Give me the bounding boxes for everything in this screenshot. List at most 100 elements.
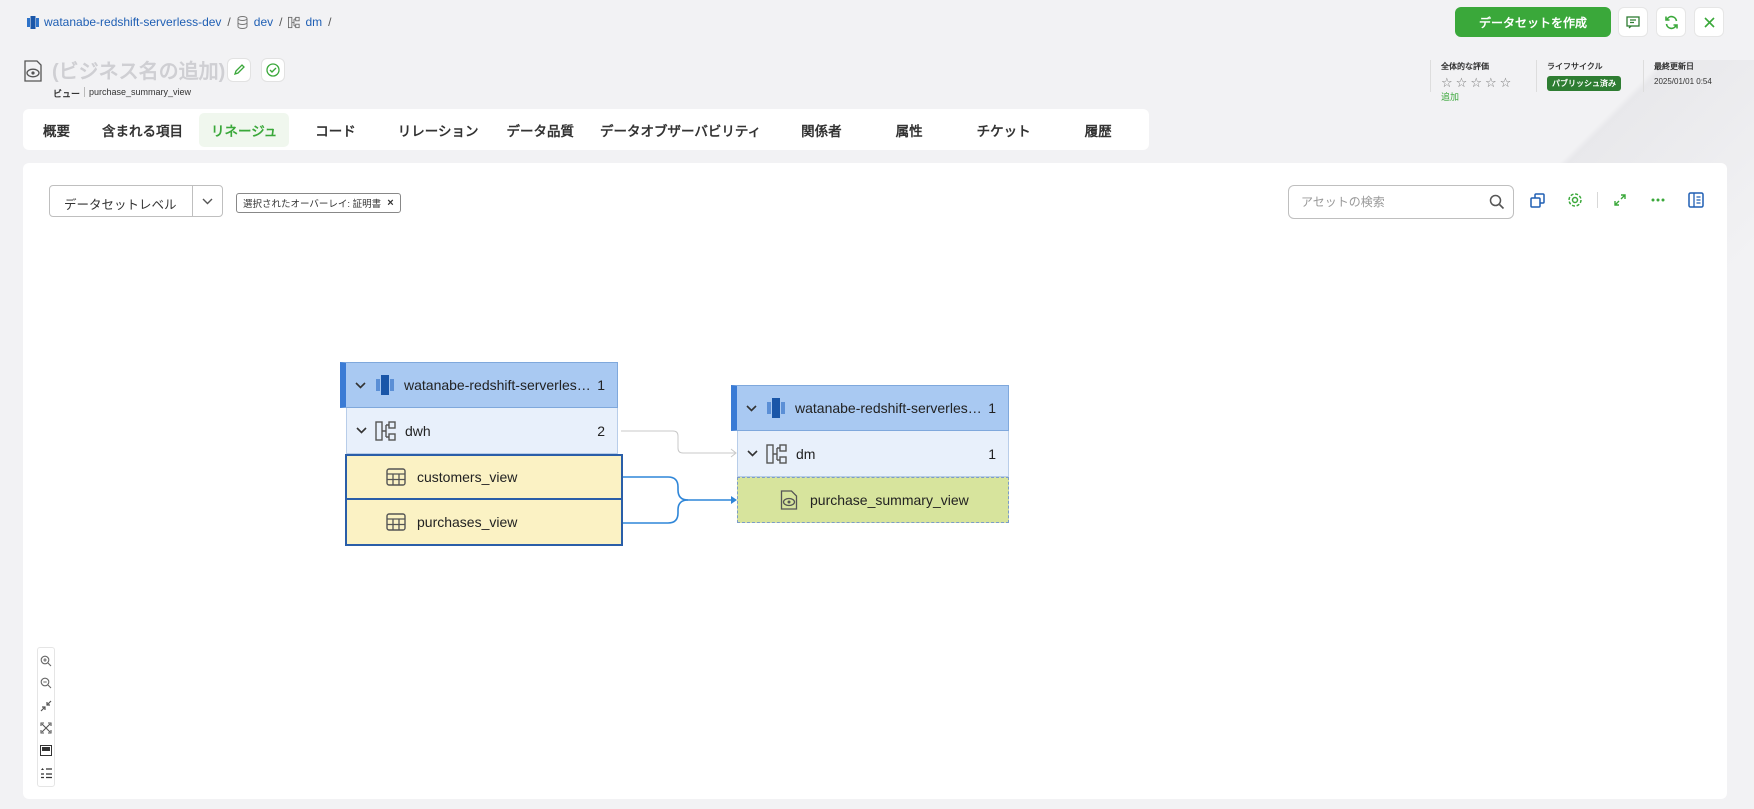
fit-screen-icon[interactable] [39, 721, 53, 735]
comment-icon [1626, 15, 1640, 28]
database-icon [237, 15, 249, 29]
lineage-edge [621, 476, 735, 501]
meta-divider [1643, 60, 1644, 92]
tab-history[interactable]: 履歴 [1073, 113, 1124, 147]
tab-attributes[interactable]: 属性 [884, 113, 935, 147]
asset-physical-name: purchase_summary_view [89, 87, 192, 97]
view-name: purchase_summary_view [810, 492, 969, 508]
chevron-down-icon[interactable] [737, 404, 765, 412]
lineage-node-target: watanabe-redshift-serverless-dev 1 dm 1 … [731, 385, 1009, 523]
breadcrumb-label: dev [253, 15, 274, 29]
tab-tickets[interactable]: チケット [965, 113, 1043, 147]
star-icon[interactable]: ☆ [1470, 76, 1482, 89]
node-schema-name: dm [796, 445, 816, 462]
lineage-edge [621, 499, 689, 524]
table-name: purchases_view [417, 514, 518, 530]
lineage-panel: データセットレベル 選択されたオーバーレイ: 証明書 × アセットの検索 wat… [23, 163, 1727, 799]
asset-subtitle: ビュー purchase_summary_view [53, 87, 191, 100]
refresh-icon [1664, 15, 1678, 29]
tab-stakeholders[interactable]: 関係者 [789, 113, 854, 147]
schema-icon [288, 16, 301, 29]
tab-code[interactable]: コード [303, 113, 368, 147]
node-count: 1 [988, 400, 996, 416]
meta-divider [1430, 60, 1431, 92]
subtitle-divider [84, 87, 86, 97]
legend-icon[interactable] [39, 766, 53, 780]
chevron-down-icon[interactable] [346, 381, 374, 389]
comment-button[interactable] [1618, 7, 1648, 37]
lineage-view-node[interactable]: purchase_summary_view [737, 477, 1009, 523]
star-icon[interactable]: ☆ [1456, 76, 1468, 89]
schema-icon [375, 420, 397, 442]
lifecycle-badge: パブリッシュ済み [1547, 76, 1621, 91]
rating-add-link[interactable]: 追加 [1441, 90, 1511, 103]
close-button[interactable] [1694, 7, 1724, 37]
breadcrumb-item-database[interactable]: dev [237, 15, 273, 29]
node-header-database[interactable]: watanabe-redshift-serverless-dev 1 [340, 362, 618, 408]
rating-block: 全体的な評価 ☆ ☆ ☆ ☆ ☆ 追加 [1441, 61, 1511, 103]
page-title[interactable]: (ビジネス名の追加) [52, 55, 225, 84]
updated-block: 最終更新日 2025/01/01 0:54 [1654, 61, 1712, 86]
verify-button[interactable] [261, 58, 285, 82]
chevron-down-icon[interactable] [347, 427, 375, 434]
refresh-button[interactable] [1656, 7, 1686, 37]
tab-data-quality[interactable]: データ品質 [495, 113, 587, 147]
edit-name-button[interactable] [227, 58, 251, 82]
node-database-name: watanabe-redshift-serverless-dev [404, 377, 598, 393]
node-schema-name: dwh [405, 422, 431, 439]
star-icon[interactable]: ☆ [1441, 76, 1453, 89]
breadcrumb-separator: / [328, 15, 332, 29]
rating-label: 全体的な評価 [1441, 62, 1489, 71]
table-icon [385, 511, 407, 533]
view-type-icon [23, 60, 43, 82]
tab-relations[interactable]: リレーション [386, 113, 491, 147]
star-rating[interactable]: ☆ ☆ ☆ ☆ ☆ [1441, 76, 1511, 89]
tab-lineage[interactable]: リネージュ [199, 112, 290, 147]
breadcrumb-separator: / [227, 15, 231, 29]
breadcrumb-item-schema[interactable]: dm [288, 15, 322, 29]
create-dataset-button[interactable]: データセットを作成 [1455, 7, 1611, 37]
node-database-name: watanabe-redshift-serverless-dev [795, 400, 989, 416]
zoom-toolbar [37, 647, 55, 787]
lineage-table-node[interactable]: purchases_view [345, 500, 623, 546]
tab-data-observability[interactable]: データオブザーバビリティ [588, 113, 773, 147]
star-icon[interactable]: ☆ [1485, 76, 1497, 89]
updated-value: 2025/01/01 0:54 [1654, 77, 1712, 86]
table-name: customers_view [417, 469, 518, 485]
redshift-icon [27, 15, 39, 29]
breadcrumb-item-cluster[interactable]: watanabe-redshift-serverless-dev [27, 15, 221, 29]
node-header-schema[interactable]: dm 1 [737, 431, 1009, 477]
tab-overview[interactable]: 概要 [31, 113, 82, 147]
breadcrumb-separator: / [279, 15, 283, 29]
asset-type: ビュー [53, 89, 81, 99]
zoom-in-icon[interactable] [39, 654, 53, 668]
lifecycle-label: ライフサイクル [1547, 62, 1603, 71]
chevron-down-icon[interactable] [738, 450, 766, 457]
lineage-node-source: watanabe-redshift-serverless-dev 1 dwh 2… [340, 362, 623, 546]
minimap-icon[interactable] [39, 743, 53, 757]
redshift-icon [765, 397, 787, 419]
node-header-database[interactable]: watanabe-redshift-serverless-dev 1 [731, 385, 1009, 431]
collapse-icon[interactable] [39, 699, 53, 713]
node-count: 1 [988, 445, 996, 462]
schema-edge [621, 430, 735, 454]
star-icon[interactable]: ☆ [1500, 76, 1512, 89]
node-count: 1 [597, 377, 605, 393]
view-icon [778, 489, 800, 511]
tab-bar: 概要 含まれる項目 リネージュ コード リレーション データ品質 データオブザー… [23, 109, 1149, 150]
lifecycle-block: ライフサイクル パブリッシュ済み [1547, 61, 1621, 91]
redshift-icon [374, 374, 396, 396]
zoom-out-icon[interactable] [39, 676, 53, 690]
tab-contained-items[interactable]: 含まれる項目 [90, 113, 195, 147]
check-badge-icon [266, 63, 280, 77]
lineage-table-node[interactable]: customers_view [345, 454, 623, 500]
breadcrumb-label: dm [305, 15, 323, 29]
updated-label: 最終更新日 [1654, 62, 1694, 71]
close-icon [1703, 16, 1715, 28]
schema-icon [766, 443, 788, 465]
node-count: 2 [597, 422, 605, 439]
table-icon [385, 466, 407, 488]
pencil-icon [233, 64, 245, 76]
meta-divider [1536, 60, 1537, 92]
node-header-schema[interactable]: dwh 2 [346, 408, 618, 454]
